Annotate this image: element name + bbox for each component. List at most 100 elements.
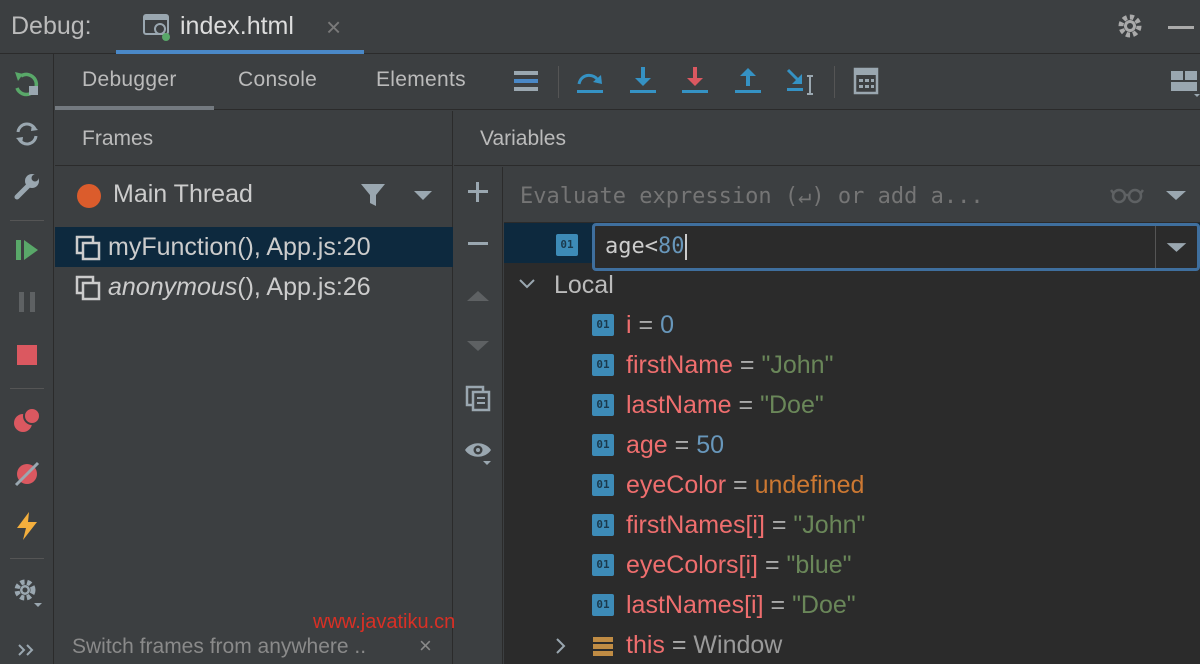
stop-icon[interactable]	[11, 339, 43, 371]
thread-status-icon	[77, 184, 101, 208]
tab-elements[interactable]: Elements	[376, 68, 466, 92]
view-breakpoints-icon[interactable]	[11, 404, 43, 436]
debug-label: Debug:	[11, 12, 92, 40]
tab-debugger[interactable]: Debugger	[82, 68, 177, 92]
eye-icon[interactable]	[463, 437, 493, 467]
toolbar-separator	[10, 558, 44, 559]
gear-icon[interactable]	[1114, 10, 1146, 42]
variable-value: 50	[696, 431, 725, 459]
close-icon[interactable]: ×	[326, 12, 341, 43]
close-icon[interactable]: ×	[419, 633, 432, 659]
force-step-into-icon[interactable]	[678, 64, 712, 98]
chevron-down-icon[interactable]	[518, 277, 536, 291]
variables-header: Variables	[454, 111, 1200, 166]
settings-wrench-icon[interactable]	[11, 170, 43, 202]
browser-config-icon	[143, 14, 170, 41]
variable-text: eyeColors[i] = "blue"	[626, 551, 852, 580]
thread-selector[interactable]: Main Thread	[55, 167, 453, 223]
watch-expression-editor[interactable]: age<80	[592, 223, 1200, 271]
frames-header: Frames	[55, 111, 453, 166]
gear-icon[interactable]	[11, 576, 43, 608]
arrow-down-icon[interactable]	[463, 331, 493, 361]
this-row[interactable]: this = Window	[504, 625, 1200, 664]
variable-text: lastNames[i] = "Doe"	[626, 591, 856, 620]
minus-icon[interactable]	[463, 229, 493, 259]
more-icon[interactable]	[11, 634, 43, 664]
variable-text: firstName = "John"	[626, 351, 833, 380]
chevron-down-icon[interactable]	[1164, 187, 1188, 203]
step-into-icon[interactable]	[626, 64, 660, 98]
title-bar: Debug: index.html ×	[0, 0, 1200, 54]
chevron-down-icon[interactable]	[412, 187, 434, 203]
frame-item[interactable]: myFunction(), App.js:20	[55, 227, 453, 267]
lightning-icon[interactable]	[11, 510, 43, 542]
mute-breakpoints-icon[interactable]	[11, 458, 43, 490]
plus-icon[interactable]	[463, 177, 493, 207]
variable-row[interactable]: 01 eyeColors[i] = "blue"	[504, 545, 1200, 585]
step-out-icon[interactable]	[731, 64, 765, 98]
chevron-right-icon[interactable]	[554, 637, 568, 655]
layout-icon[interactable]	[1166, 64, 1200, 98]
chevron-down-icon[interactable]	[1155, 226, 1197, 268]
variable-name: lastName	[626, 391, 732, 419]
debug-tab-row: Debugger Console Elements	[55, 54, 1200, 110]
variable-name: firstName	[626, 351, 733, 379]
local-scope-row[interactable]: Local	[504, 265, 1200, 305]
active-tab-indicator	[55, 106, 214, 110]
run-to-cursor-icon[interactable]	[783, 64, 817, 98]
variable-text: eyeColor = undefined	[626, 471, 864, 500]
primitive-value-icon: 01	[592, 514, 614, 536]
variable-row[interactable]: 01 firstNames[i] = "John"	[504, 505, 1200, 545]
filter-icon[interactable]	[359, 181, 387, 209]
watch-expression-text[interactable]: age<80	[605, 234, 688, 260]
pause-icon[interactable]	[11, 286, 43, 318]
variable-name: eyeColors[i]	[626, 551, 758, 579]
variable-value: "Doe"	[760, 391, 824, 419]
variables-toolbar	[454, 167, 503, 664]
frame-item[interactable]: anonymous(), App.js:26	[55, 267, 453, 307]
minimize-icon[interactable]	[1168, 26, 1194, 29]
glasses-icon[interactable]	[1110, 183, 1144, 207]
toolbar-separator	[10, 388, 44, 389]
frames-panel: Frames Main Thread myFunction(), App.js:…	[55, 111, 453, 664]
variable-text: i = 0	[626, 311, 674, 340]
toolbar-separator	[558, 66, 559, 98]
variable-row[interactable]: 01 i = 0	[504, 305, 1200, 345]
variable-row[interactable]: 01 lastName = "Doe"	[504, 385, 1200, 425]
tab-console[interactable]: Console	[238, 68, 317, 92]
frames-layout-icon[interactable]	[509, 64, 543, 98]
variable-name: eyeColor	[626, 471, 727, 499]
variable-row[interactable]: 01 age = 50	[504, 425, 1200, 465]
rerun-icon[interactable]	[11, 118, 43, 150]
variable-row[interactable]: 01 lastNames[i] = "Doe"	[504, 585, 1200, 625]
variable-row[interactable]: 01 firstName = "John"	[504, 345, 1200, 385]
resume-icon[interactable]	[11, 234, 43, 266]
evaluate-icon[interactable]	[849, 64, 883, 98]
variable-value: "John"	[761, 351, 834, 379]
variables-title: Variables	[480, 127, 566, 150]
frame-label: myFunction(), App.js:20	[108, 233, 371, 261]
toolbar-separator	[10, 220, 44, 221]
copy-icon[interactable]	[463, 383, 493, 413]
frame-label: anonymous(), App.js:26	[108, 273, 371, 301]
variable-name: lastNames[i]	[626, 591, 764, 619]
primitive-value-icon: 01	[592, 434, 614, 456]
variable-row[interactable]: 01 eyeColor = undefined	[504, 465, 1200, 505]
frames-hint: Switch frames from anywhere ..	[72, 635, 367, 658]
variable-text: this = Window	[626, 631, 783, 659]
variable-value: 0	[660, 311, 674, 339]
primitive-value-icon: 01	[592, 474, 614, 496]
variable-name: i	[626, 311, 632, 339]
watch-row[interactable]: 01 age<80	[504, 223, 1200, 271]
file-tab[interactable]: index.html ×	[116, 0, 364, 54]
variable-value: "John"	[793, 511, 866, 539]
step-over-icon[interactable]	[573, 64, 607, 98]
equals-sign: =	[771, 511, 787, 539]
variables-tree: 01 age<80 Local 01 i = 0 01 firstName = "Jo…	[504, 167, 1200, 664]
equals-sign: =	[674, 431, 690, 459]
restart-icon[interactable]	[11, 68, 43, 100]
thread-label: Main Thread	[113, 180, 253, 208]
arrow-up-icon[interactable]	[463, 281, 493, 311]
evaluate-expression-input[interactable]	[520, 179, 1100, 213]
local-scope-label: Local	[554, 271, 614, 299]
